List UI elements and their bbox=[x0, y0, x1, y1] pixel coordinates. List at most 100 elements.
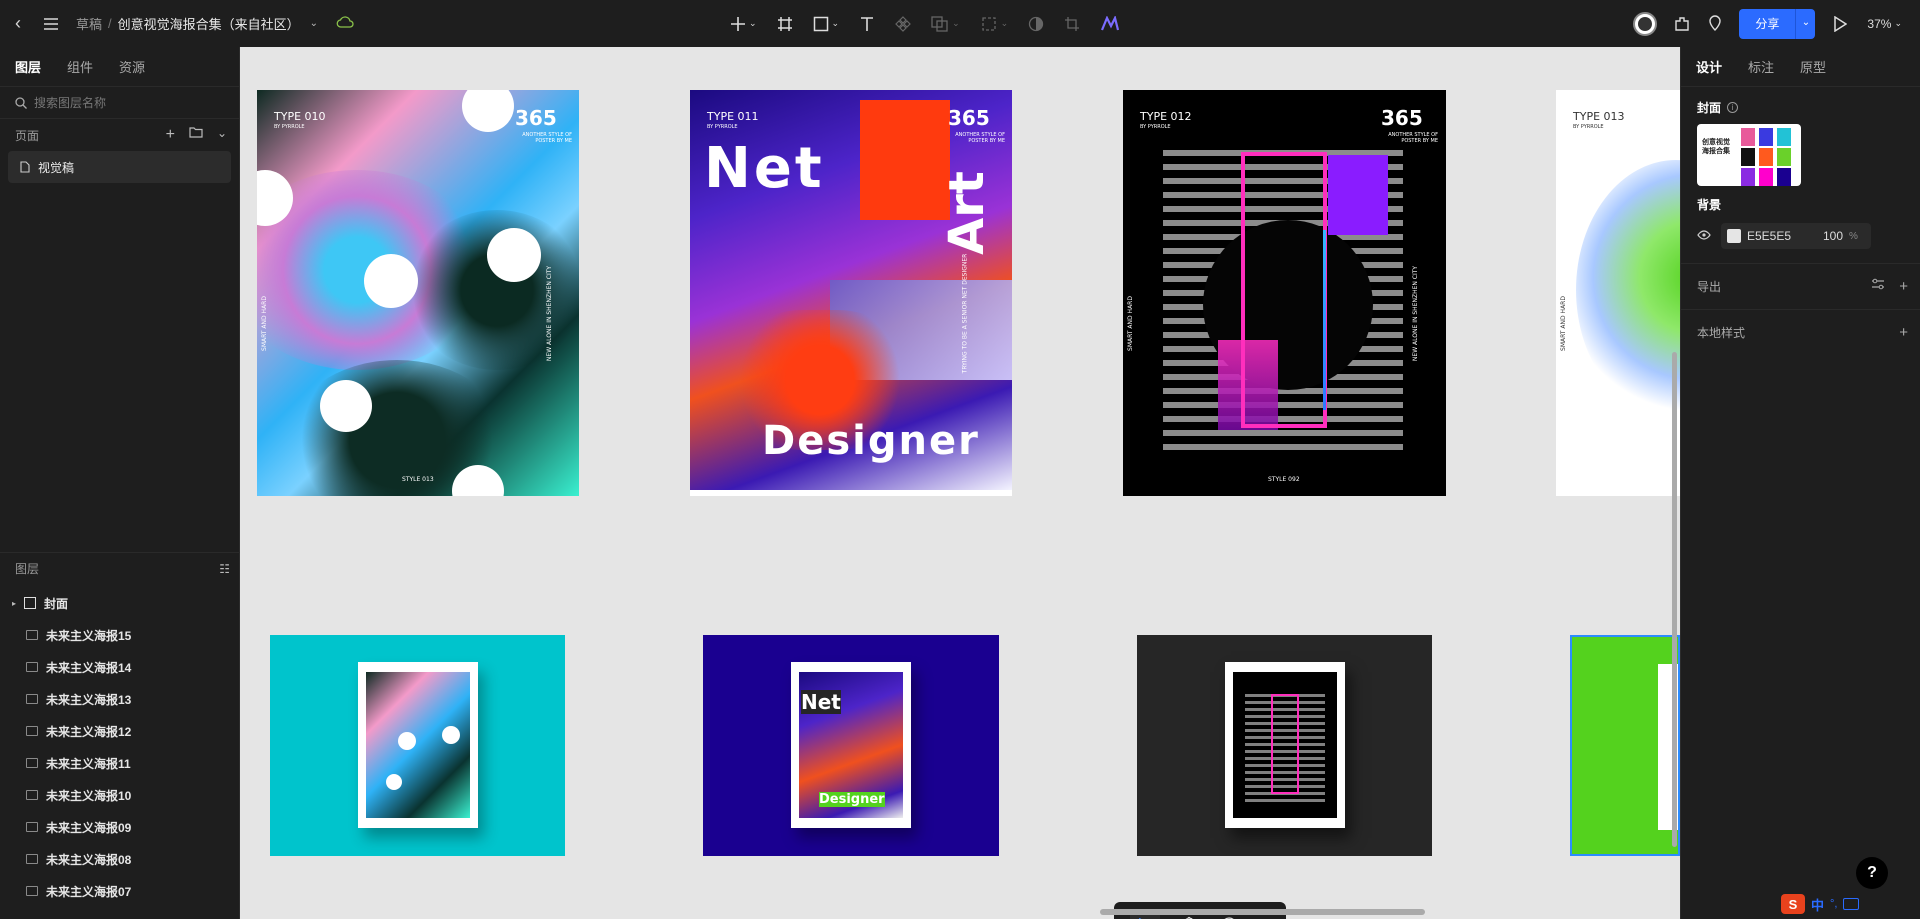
canvas[interactable]: TYPE 010 BY PYRROLE 365 ANOTHER STYLE OF… bbox=[240, 47, 1680, 919]
layer-label: 未来主义海报12 bbox=[46, 724, 132, 739]
info-icon[interactable]: i bbox=[1727, 102, 1739, 113]
component-icon[interactable] bbox=[895, 15, 911, 32]
layer-item[interactable]: 未来主义海报09 bbox=[0, 811, 240, 843]
tab-prototype[interactable]: 原型 bbox=[1800, 57, 1826, 76]
ime-indicator[interactable]: S 中 °, bbox=[1781, 892, 1920, 916]
boolean-icon[interactable]: ⌄ bbox=[931, 15, 960, 32]
left-tabs: 图层 组件 资源 bbox=[0, 47, 239, 87]
layer-item[interactable]: 未来主义海报15 bbox=[0, 619, 240, 651]
background-label: 背景 bbox=[1697, 198, 1722, 212]
poster-type-011[interactable]: TYPE 011 BY PYRROLE 365 ANOTHER STYLE OF… bbox=[690, 90, 1012, 496]
poster-subtitle: ANOTHER STYLE OF POSTER BY ME bbox=[955, 132, 1005, 144]
folder-icon[interactable] bbox=[189, 126, 203, 144]
layer-item[interactable]: 未来主义海报11 bbox=[0, 747, 240, 779]
chevron-down-icon[interactable]: ⌄ bbox=[217, 126, 227, 144]
tab-layers[interactable]: 图层 bbox=[15, 57, 41, 76]
add-style-icon[interactable]: + bbox=[1899, 324, 1908, 341]
layer-item[interactable]: 未来主义海报13 bbox=[0, 683, 240, 715]
layer-label: 未来主义海报14 bbox=[46, 660, 132, 675]
cloud-saved-icon bbox=[336, 16, 354, 31]
comment-icon[interactable] bbox=[1220, 916, 1238, 919]
zoom-value: 37% bbox=[1867, 16, 1892, 31]
share-button[interactable]: 分享 ⌄ bbox=[1739, 8, 1816, 39]
layer-label: 封面 bbox=[44, 596, 69, 611]
poster-type: TYPE 011 bbox=[707, 110, 759, 123]
add-page-icon[interactable]: + bbox=[166, 126, 175, 144]
poster-type-010[interactable]: TYPE 010 BY PYRROLE 365 ANOTHER STYLE OF… bbox=[257, 90, 579, 496]
plugins-icon[interactable] bbox=[1673, 15, 1691, 33]
play-icon[interactable] bbox=[1833, 15, 1848, 32]
add-export-icon[interactable]: + bbox=[1899, 278, 1908, 295]
frame-tool-icon[interactable] bbox=[777, 16, 793, 32]
color-swatch[interactable] bbox=[1727, 229, 1741, 243]
chevron-down-icon[interactable]: ⌄ bbox=[1795, 8, 1815, 39]
background-color-field[interactable]: E5E5E5 100 % bbox=[1721, 223, 1871, 249]
tab-components[interactable]: 组件 bbox=[67, 57, 93, 76]
vertical-scrollbar[interactable] bbox=[1672, 352, 1677, 847]
layer-sort-icon[interactable]: ☷ bbox=[219, 562, 230, 576]
page-item[interactable]: 视觉稿 bbox=[8, 151, 231, 183]
top-toolbar: ‹ 草稿 / 创意视觉海报合集（来自社区） ⌄ ⌄ ⌄ ⌄ ⌄ 分享 ⌄ 37%… bbox=[0, 0, 1920, 47]
search-input[interactable] bbox=[34, 95, 214, 110]
breadcrumb-root[interactable]: 草稿 bbox=[76, 14, 102, 33]
zoom-level[interactable]: 37% ⌄ bbox=[1867, 17, 1902, 31]
mockup-green[interactable] bbox=[1570, 635, 1680, 856]
layer-item[interactable]: 未来主义海报10 bbox=[0, 779, 240, 811]
search-icon bbox=[15, 96, 27, 109]
opacity-icon[interactable] bbox=[1028, 16, 1044, 32]
mask-icon[interactable]: ⌄ bbox=[980, 16, 1008, 32]
layer-label: 未来主义海报15 bbox=[46, 628, 132, 643]
layers-header: 图层 ☷ bbox=[0, 552, 240, 584]
mockup-dark[interactable] bbox=[1137, 635, 1432, 856]
poster-type: TYPE 010 bbox=[274, 110, 326, 123]
right-panel: 设计 标注 原型 封面 i 创意视觉 海报合集 背景 E5E5E5 100 % … bbox=[1680, 47, 1920, 919]
white-circle bbox=[462, 90, 514, 132]
text-tool-icon[interactable] bbox=[859, 16, 875, 32]
help-button[interactable]: ? bbox=[1856, 857, 1888, 889]
rectangle-tool-icon[interactable]: ⌄ bbox=[813, 16, 839, 32]
layer-item[interactable]: 未来主义海报12 bbox=[0, 715, 240, 747]
poster-type-013[interactable]: TYPE 013 BY PYRROLE SMART AND HARD bbox=[1556, 90, 1680, 496]
layer-label: 未来主义海报13 bbox=[46, 692, 132, 707]
file-name[interactable]: 创意视觉海报合集（来自社区） bbox=[118, 14, 300, 33]
poster-number: 365 bbox=[1381, 106, 1423, 130]
export-section: 导出 + bbox=[1681, 263, 1920, 309]
mockup-cyan[interactable] bbox=[270, 635, 565, 856]
hand-tool-icon[interactable] bbox=[1181, 916, 1199, 919]
add-icon[interactable]: ⌄ bbox=[730, 16, 757, 32]
crop-icon[interactable] bbox=[1064, 16, 1080, 32]
avatar[interactable] bbox=[1633, 11, 1658, 36]
export-label: 导出 bbox=[1697, 280, 1722, 294]
bg-hex-value[interactable]: E5E5E5 bbox=[1747, 229, 1811, 243]
layer-item[interactable]: ▸ 封面 bbox=[0, 587, 240, 619]
ai-plugin-icon[interactable] bbox=[1100, 15, 1120, 32]
layer-label: 未来主义海报09 bbox=[46, 820, 132, 835]
layer-label: 未来主义海报11 bbox=[46, 756, 131, 771]
tab-annotate[interactable]: 标注 bbox=[1748, 57, 1774, 76]
layer-item[interactable]: 未来主义海报14 bbox=[0, 651, 240, 683]
menu-icon[interactable] bbox=[36, 0, 66, 47]
settings-sliders-icon[interactable] bbox=[1871, 278, 1885, 295]
back-icon[interactable]: ‹ bbox=[0, 0, 36, 47]
poster-subtitle: ANOTHER STYLE OF POSTER BY ME bbox=[1388, 132, 1438, 144]
visibility-eye-icon[interactable] bbox=[1697, 229, 1711, 243]
poster-type-012[interactable]: TYPE 012 BY PYRROLE 365 ANOTHER STYLE OF… bbox=[1123, 90, 1446, 496]
layer-label: 未来主义海报08 bbox=[46, 852, 132, 867]
notification-icon[interactable] bbox=[1707, 14, 1723, 33]
white-circle bbox=[442, 726, 460, 744]
cover-thumbnail[interactable]: 创意视觉 海报合集 bbox=[1697, 124, 1801, 186]
horizontal-scrollbar[interactable] bbox=[1100, 909, 1425, 915]
mockup-indigo[interactable]: Net Designer bbox=[703, 635, 999, 856]
tab-assets[interactable]: 资源 bbox=[119, 57, 145, 76]
white-circle bbox=[398, 732, 416, 750]
layer-item[interactable]: 未来主义海报08 bbox=[0, 843, 240, 875]
tab-design[interactable]: 设计 bbox=[1696, 57, 1722, 76]
layer-item[interactable]: 未来主义海报07 bbox=[0, 875, 240, 907]
layer-list: ▸ 封面 未来主义海报15 未来主义海报14 未来主义海报13 未来主义海报12… bbox=[0, 587, 240, 907]
ime-logo-icon: S bbox=[1781, 894, 1805, 914]
chevron-down-icon[interactable]: ⌄ bbox=[310, 18, 318, 29]
layer-search bbox=[0, 87, 239, 119]
image-icon bbox=[26, 630, 38, 640]
bg-opacity-value[interactable]: 100 bbox=[1817, 229, 1843, 243]
caret-right-icon[interactable]: ▸ bbox=[12, 599, 16, 608]
